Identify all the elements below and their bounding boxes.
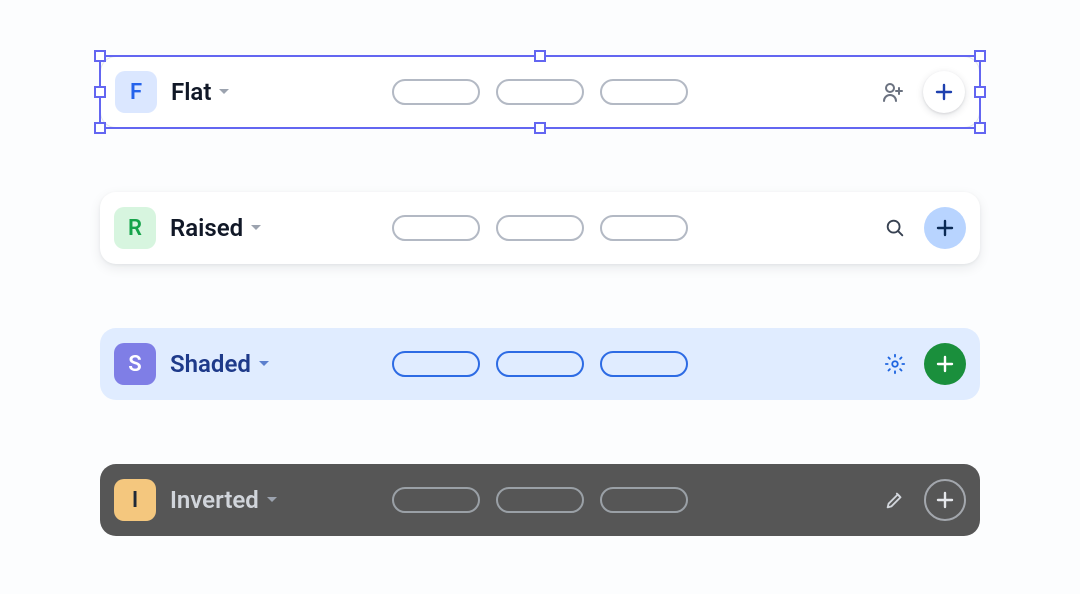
pill-placeholder [600,79,688,105]
add-button[interactable] [924,207,966,249]
chevron-down-icon [265,495,279,505]
pill-placeholder [496,215,584,241]
variant-label-text: Inverted [170,486,259,514]
chevron-down-icon [217,87,231,97]
pill-group [392,351,688,377]
row-actions [884,207,966,249]
pill-placeholder [392,487,480,513]
selection-handle[interactable] [534,122,546,134]
variant-badge: F [115,71,157,113]
variant-row-raised[interactable]: R Raised [100,192,980,264]
chevron-down-icon [257,359,271,369]
pill-group [392,487,688,513]
selection-handle[interactable] [974,86,986,98]
pencil-icon[interactable] [884,489,906,511]
selection-handle[interactable] [974,122,986,134]
variant-label-dropdown[interactable]: Flat [171,78,231,106]
pill-placeholder [600,487,688,513]
selection-handle[interactable] [94,86,106,98]
selection-wrapper: F Flat [100,56,980,128]
variant-row-flat[interactable]: F Flat [100,56,980,128]
pill-placeholder [392,215,480,241]
variant-label-dropdown[interactable]: Shaded [170,350,271,378]
gear-icon[interactable] [884,353,906,375]
pill-placeholder [600,351,688,377]
row-actions [884,343,966,385]
variant-label-text: Flat [171,78,211,106]
row-actions [881,71,965,113]
variant-label-text: Raised [170,214,243,242]
selection-handle[interactable] [94,50,106,62]
pill-group [392,79,688,105]
row-actions [884,479,966,521]
pill-placeholder [392,79,480,105]
add-user-icon[interactable] [881,80,905,104]
pill-placeholder [496,351,584,377]
selection-handle[interactable] [534,50,546,62]
selection-handle[interactable] [94,122,106,134]
variant-row-inverted[interactable]: I Inverted [100,464,980,536]
add-button[interactable] [924,343,966,385]
pill-group [392,215,688,241]
pill-placeholder [496,79,584,105]
variant-label-text: Shaded [170,350,251,378]
add-button[interactable] [924,479,966,521]
selection-handle[interactable] [974,50,986,62]
variant-label-dropdown[interactable]: Inverted [170,486,279,514]
search-icon[interactable] [884,217,906,239]
variant-badge: R [114,207,156,249]
chevron-down-icon [249,223,263,233]
variant-label-dropdown[interactable]: Raised [170,214,263,242]
add-button[interactable] [923,71,965,113]
variant-row-shaded[interactable]: S Shaded [100,328,980,400]
variant-badge: I [114,479,156,521]
variant-badge: S [114,343,156,385]
pill-placeholder [392,351,480,377]
pill-placeholder [496,487,584,513]
pill-placeholder [600,215,688,241]
